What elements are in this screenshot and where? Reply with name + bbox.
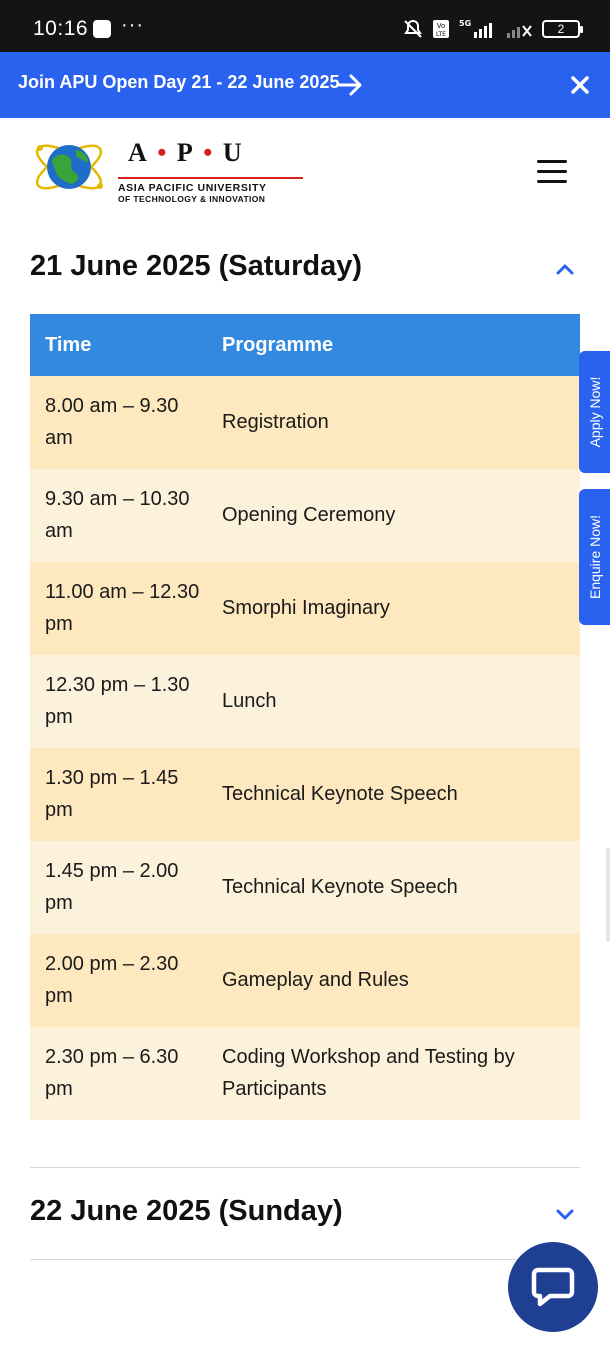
logo-subtitle-1: ASIA PACIFIC UNIVERSITY: [118, 182, 267, 194]
accordion-day1-title[interactable]: 21 June 2025 (Saturday): [30, 250, 362, 283]
volte-icon: Vo LTE: [433, 20, 449, 38]
status-bar: 10:16 ··· Vo LTE 5G 2: [0, 0, 610, 52]
section-divider: [30, 1167, 580, 1168]
globe-icon: [35, 144, 103, 190]
enquire-now-label[interactable]: Enquire Now!: [587, 515, 603, 599]
table-row: 12.30 pm – 1.30 pm Lunch: [30, 655, 580, 748]
svg-text:LTE: LTE: [436, 31, 446, 38]
table-row: 9.30 am – 10.30 am Opening Ceremony: [30, 469, 580, 562]
table-row: 11.00 am – 12.30 pm Smorphi Imaginary: [30, 562, 580, 655]
chevron-down-icon[interactable]: [554, 1203, 576, 1225]
cell-time: 12.30 pm – 1.30 pm: [45, 674, 190, 728]
cell-programme: Coding Workshop and Testing by Participa…: [222, 1046, 515, 1100]
apu-logo[interactable]: A • P • U ASIA PACIFIC UNIVERSITY OF TEC…: [30, 134, 310, 204]
table-row: 1.30 pm – 1.45 pm Technical Keynote Spee…: [30, 748, 580, 841]
section-divider: [30, 1259, 580, 1260]
accordion-day1-header[interactable]: 21 June 2025 (Saturday): [30, 240, 580, 300]
table-row: 1.45 pm – 2.00 pm Technical Keynote Spee…: [30, 841, 580, 934]
cell-programme: Registration: [222, 411, 329, 433]
arrow-right-icon[interactable]: [336, 71, 364, 99]
accordion-day2-title[interactable]: 22 June 2025 (Sunday): [30, 1195, 343, 1228]
table-header: Time Programme: [30, 314, 580, 376]
table-row: 2.30 pm – 6.30 pm Coding Workshop and Te…: [30, 1027, 580, 1120]
hamburger-icon[interactable]: [537, 160, 567, 184]
cell-time: 2.00 pm – 2.30 pm: [45, 953, 179, 1007]
cell-time: 1.45 pm – 2.00 pm: [45, 860, 179, 914]
announcement-bar[interactable]: Join APU Open Day 21 - 22 June 2025: [0, 52, 610, 118]
status-icons: Vo LTE 5G 2: [402, 18, 583, 40]
cell-programme: Opening Ceremony: [222, 504, 396, 526]
battery-icon: 2: [542, 20, 583, 38]
column-header-programme: Programme: [222, 334, 334, 356]
cell-time: 11.00 am – 12.30 pm: [45, 581, 200, 635]
status-time: 10:16: [33, 17, 89, 40]
apply-now-label[interactable]: Apply Now!: [587, 377, 603, 448]
site-header: A • P • U ASIA PACIFIC UNIVERSITY OF TEC…: [0, 118, 610, 226]
mute-bell-icon: [404, 19, 422, 38]
table-row: 8.00 am – 9.30 am Registration: [30, 376, 580, 469]
apply-now-tab[interactable]: Apply Now!: [579, 351, 610, 473]
svg-text:Vo: Vo: [437, 22, 446, 30]
svg-text:5G: 5G: [459, 19, 471, 28]
chat-bubble-icon[interactable]: [530, 1264, 576, 1310]
cell-programme: Technical Keynote Speech: [222, 783, 458, 805]
accordion-day2-header[interactable]: 22 June 2025 (Sunday): [30, 1185, 580, 1245]
chevron-up-icon[interactable]: [554, 258, 576, 280]
logo-title: A • P • U: [128, 138, 244, 167]
cell-programme: Gameplay and Rules: [222, 969, 409, 991]
more-notifications-icon: ···: [121, 14, 144, 36]
cell-programme: Lunch: [222, 690, 277, 712]
notification-icon: [93, 20, 111, 38]
cell-programme: Smorphi Imaginary: [222, 597, 390, 619]
announcement-text[interactable]: Join APU Open Day 21 - 22 June 2025: [18, 72, 339, 93]
column-header-time: Time: [45, 334, 92, 356]
cell-time: 9.30 am – 10.30 am: [45, 488, 190, 542]
cell-time: 1.30 pm – 1.45 pm: [45, 767, 179, 821]
scrollbar[interactable]: [606, 848, 610, 942]
cell-time: 8.00 am – 9.30 am: [45, 395, 179, 449]
chat-button[interactable]: [508, 1242, 598, 1332]
logo-divider: [118, 177, 303, 179]
logo-subtitle-2: OF TECHNOLOGY & INNOVATION: [118, 194, 266, 204]
schedule-table: Time Programme 8.00 am – 9.30 am Registr…: [30, 314, 580, 1120]
table-row: 2.00 pm – 2.30 pm Gameplay and Rules: [30, 934, 580, 1027]
cell-time: 2.30 pm – 6.30 pm: [45, 1046, 179, 1100]
cell-programme: Technical Keynote Speech: [222, 876, 458, 898]
signal-5g-icon: 5G: [459, 19, 492, 38]
no-signal-icon: [507, 25, 532, 38]
enquire-now-tab[interactable]: Enquire Now!: [579, 489, 610, 625]
close-icon[interactable]: [567, 72, 593, 98]
